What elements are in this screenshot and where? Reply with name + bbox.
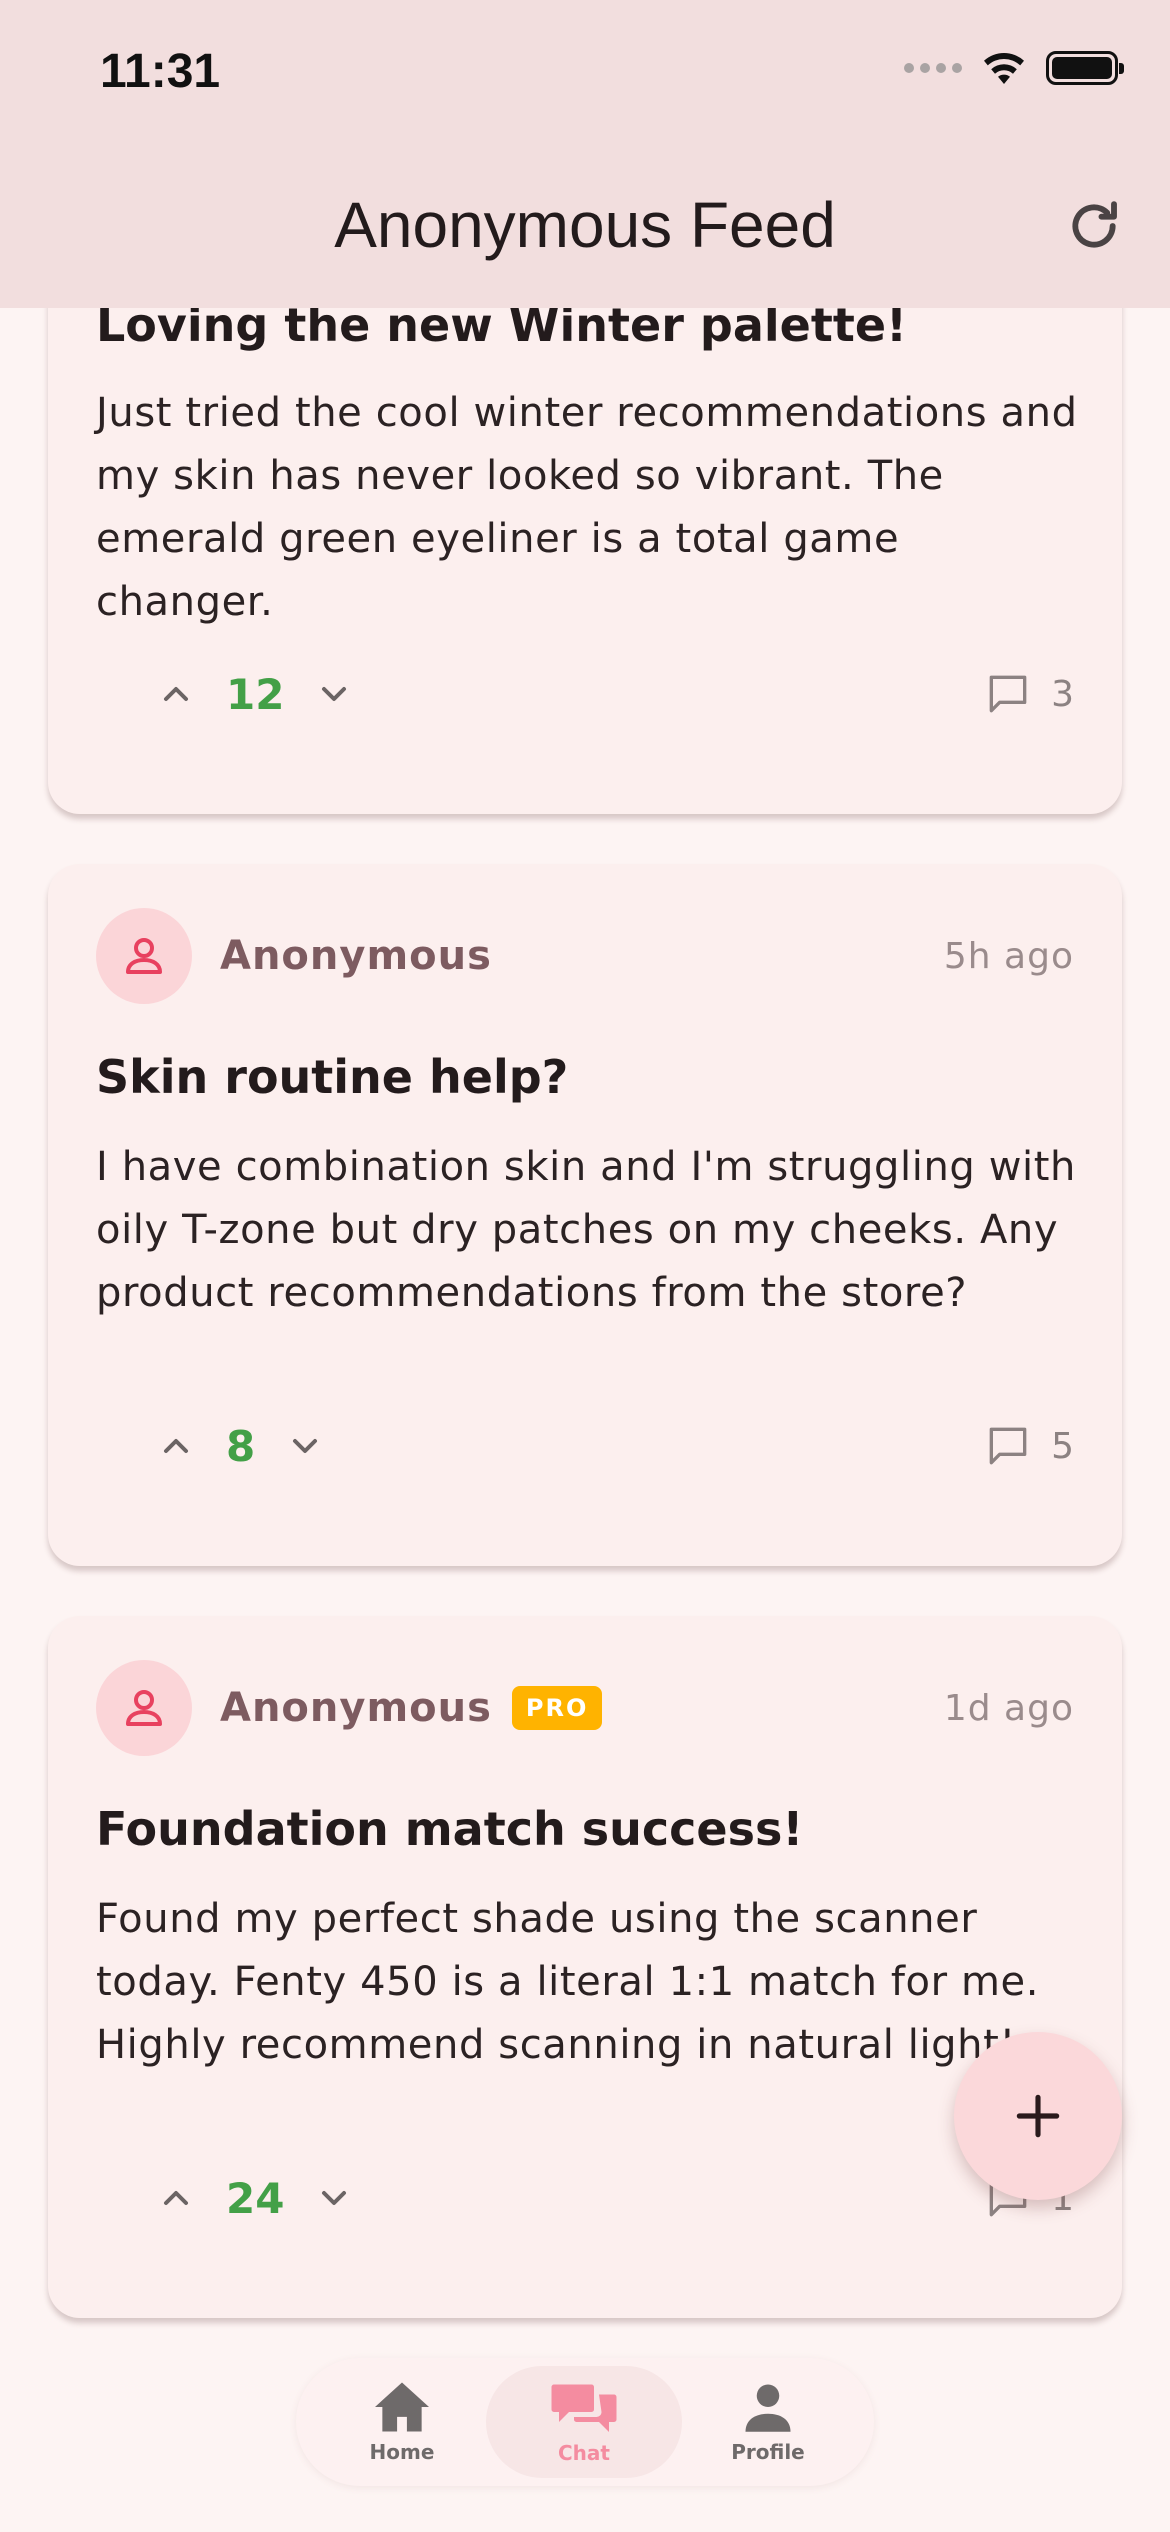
chevron-down-icon: [322, 2191, 347, 2205]
status-icons: [904, 50, 1124, 86]
nav-chat[interactable]: Chat: [486, 2366, 682, 2478]
downvote-button[interactable]: [302, 2166, 366, 2230]
battery-icon: [1046, 51, 1124, 85]
app-bar: 11:31 Anonymous Feed: [0, 0, 1170, 308]
downvote-button[interactable]: [273, 1414, 337, 1478]
status-time: 11:31: [100, 45, 221, 98]
post-header: Anonymous 5h ago: [96, 908, 1074, 1004]
post-actions: 24 1: [144, 2166, 1074, 2230]
post-time: 5h ago: [943, 935, 1074, 977]
avatar: [96, 1660, 192, 1756]
post-body: Found my perfect shade using the scanner…: [96, 1896, 1040, 2068]
person-icon: [126, 1690, 162, 1726]
page-title: Anonymous Feed: [334, 189, 836, 261]
vote-count: 8: [226, 1421, 256, 1471]
author-name: Anonymous: [220, 1685, 492, 1731]
post-card[interactable]: Anonymous 5h ago Skin routine help? I ha…: [48, 864, 1122, 1566]
author-name: Anonymous: [220, 933, 492, 979]
post-actions: 8 5: [144, 1414, 1074, 1478]
upvote-button[interactable]: [144, 1414, 208, 1478]
avatar: [96, 908, 192, 1004]
vote-count: 12: [226, 669, 285, 719]
chevron-down-icon: [322, 687, 347, 701]
upvote-button[interactable]: [144, 2166, 208, 2230]
comments-button[interactable]: 3: [983, 669, 1074, 719]
profile-icon: [745, 2384, 791, 2432]
comment-count: 3: [1051, 673, 1074, 715]
post-title: Skin routine help?: [96, 1050, 569, 1104]
vote-count: 24: [226, 2173, 285, 2223]
comment-icon: [989, 1427, 1027, 1465]
refresh-icon: [1072, 201, 1117, 248]
chevron-up-icon: [164, 687, 188, 701]
post-card[interactable]: Loving the new Winter palette! Just trie…: [48, 240, 1122, 814]
comments-button[interactable]: 5: [983, 1421, 1074, 1471]
nav-label: Profile: [731, 2440, 805, 2464]
post-body: I have combination skin and I'm struggli…: [96, 1144, 1076, 1316]
chat-icon: [551, 2384, 617, 2432]
person-icon: [126, 938, 162, 974]
pro-badge: PRO: [511, 1686, 603, 1730]
post-body: Just tried the cool winter recommendatio…: [96, 390, 1078, 625]
comment-count: 5: [1051, 1425, 1074, 1467]
chevron-up-icon: [164, 1439, 188, 1453]
post-card[interactable]: Anonymous PRO 1d ago Foundation match su…: [48, 1616, 1122, 2318]
new-post-button[interactable]: [954, 2032, 1122, 2200]
chevron-up-icon: [164, 2191, 188, 2205]
wifi-icon: [984, 53, 1024, 84]
cellular-signal-icon: [904, 63, 962, 73]
downvote-button[interactable]: [302, 662, 366, 726]
plus-icon: [1016, 2094, 1060, 2138]
post-actions: 12 3: [144, 662, 1074, 726]
nav-home[interactable]: Home: [304, 2366, 500, 2478]
bottom-nav: Home Chat Profile: [296, 2358, 874, 2486]
nav-label: Home: [369, 2440, 435, 2464]
refresh-button[interactable]: [1062, 194, 1126, 258]
nav-profile[interactable]: Profile: [670, 2366, 866, 2478]
post-time: 1d ago: [943, 1687, 1074, 1729]
post-header: Anonymous PRO 1d ago: [96, 1660, 1074, 1756]
post-title: Foundation match success!: [96, 1802, 804, 1856]
nav-label: Chat: [558, 2441, 610, 2465]
comment-icon: [989, 675, 1027, 713]
home-icon: [375, 2382, 429, 2432]
chevron-down-icon: [293, 1439, 318, 1453]
upvote-button[interactable]: [144, 662, 208, 726]
